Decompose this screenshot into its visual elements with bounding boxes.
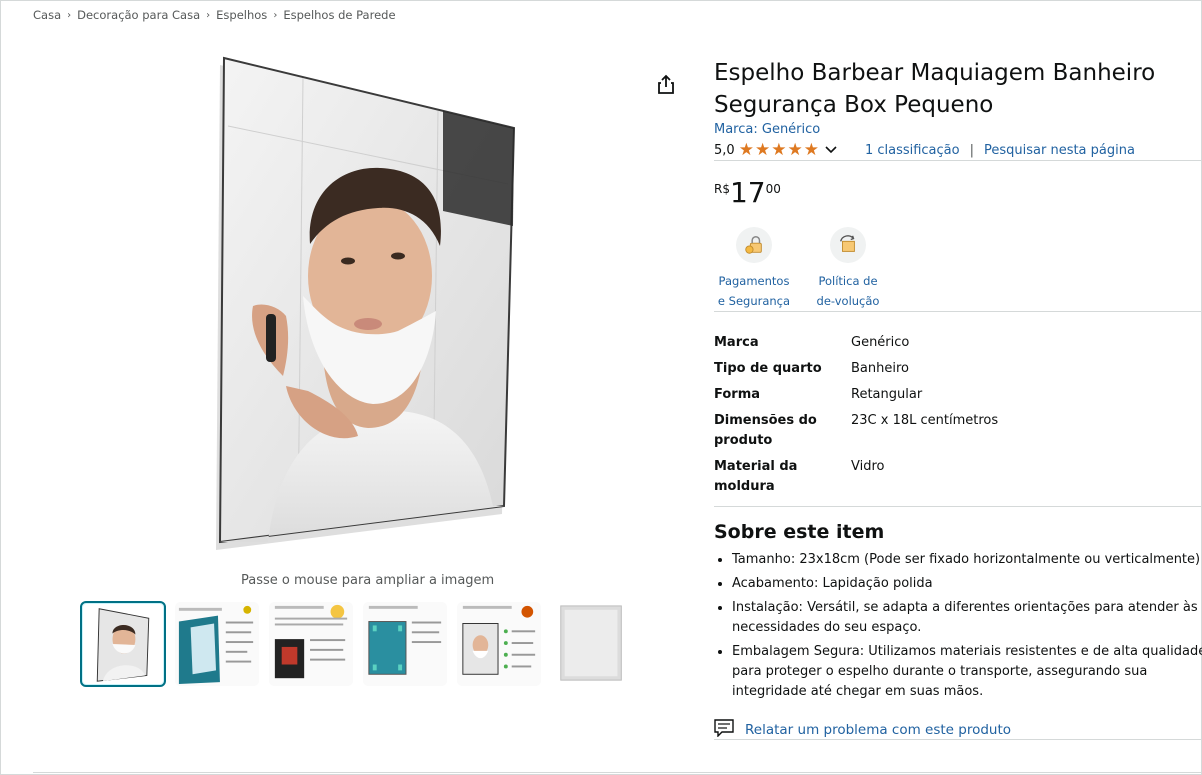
rating-row: 5,0 ★ ★ ★ ★ ★ 1 classificação | Pesquisa…: [714, 140, 1202, 160]
breadcrumb: Casa › Decoração para Casa › Espelhos › …: [33, 8, 396, 22]
feature-return-policy[interactable]: Política de de-volução: [808, 227, 888, 311]
spec-value: Genérico: [851, 335, 910, 350]
divider: [714, 160, 1202, 161]
star-icon: ★: [754, 140, 771, 160]
thumbnail-5[interactable]: [456, 601, 542, 687]
price-currency: R$: [714, 182, 730, 196]
thumbnail-6[interactable]: [550, 601, 636, 687]
breadcrumb-item-espelhos-parede[interactable]: Espelhos de Parede: [283, 8, 395, 22]
price-fraction: 00: [765, 182, 781, 196]
about-bullet: Acabamento: Lapidação polida: [732, 574, 1202, 594]
spec-value: Vidro: [851, 459, 885, 474]
thumbnail-4[interactable]: [362, 601, 448, 687]
spec-row: Dimensões do produto 23C x 18L centímetr…: [714, 411, 998, 457]
thumbnail-strip: [80, 601, 636, 687]
divider: [714, 739, 1202, 740]
star-icon: ★: [803, 140, 819, 160]
search-page-link[interactable]: Pesquisar nesta página: [984, 143, 1135, 158]
rating-value: 5,0: [714, 142, 735, 158]
breadcrumb-item-casa[interactable]: Casa: [33, 8, 61, 22]
spec-key: Material da moldura: [714, 459, 798, 494]
lock-payment-icon: [736, 227, 772, 263]
zoom-hint: Passe o mouse para ampliar a imagem: [241, 573, 495, 588]
thumbnail-2[interactable]: [174, 601, 260, 687]
spec-row: Material da moldura Vidro: [714, 457, 998, 503]
price: R$ 17 00: [714, 177, 781, 209]
about-bullet: Tamanho: 23x18cm (Pode ser fixado horizo…: [732, 550, 1202, 570]
about-heading: Sobre este item: [714, 521, 885, 543]
about-bullet: Instalação: Versátil, se adapta a difere…: [732, 598, 1202, 638]
breadcrumb-chevron-icon: ›: [206, 9, 211, 21]
feature-payments-security[interactable]: Pagamentos e Segurança: [714, 227, 794, 311]
price-whole: 17: [729, 176, 766, 209]
chevron-down-icon[interactable]: [825, 144, 837, 157]
feature-label: Política de de-volução: [816, 274, 880, 308]
spec-table: Marca Genérico Tipo de quarto Banheiro F…: [714, 333, 998, 503]
divider: [33, 772, 1202, 773]
share-icon[interactable]: [655, 73, 677, 95]
feedback-icon: [714, 719, 734, 741]
report-problem[interactable]: Relatar um problema com este produto: [714, 719, 1011, 741]
divider: [714, 311, 1202, 312]
divider: |: [969, 142, 974, 158]
spec-key: Marca: [714, 335, 759, 350]
star-rating[interactable]: ★ ★ ★ ★ ★: [738, 140, 819, 160]
breadcrumb-item-espelhos[interactable]: Espelhos: [216, 8, 267, 22]
thumbnail-3[interactable]: [268, 601, 354, 687]
feature-icons: Pagamentos e Segurança Política de de-vo…: [714, 227, 888, 311]
spec-key: Tipo de quarto: [714, 361, 822, 376]
rating-count-link[interactable]: 1 classificação: [865, 143, 960, 158]
spec-row: Tipo de quarto Banheiro: [714, 359, 998, 385]
spec-key: Forma: [714, 387, 761, 402]
about-list: Tamanho: 23x18cm (Pode ser fixado horizo…: [714, 550, 1202, 706]
breadcrumb-item-decoracao[interactable]: Decoração para Casa: [77, 8, 200, 22]
thumbnail-1[interactable]: [80, 601, 166, 687]
product-title: Espelho Barbear Maquiagem Banheiro Segur…: [714, 60, 1156, 118]
spec-value: 23C x 18L centímetros: [851, 413, 999, 428]
divider: [714, 506, 1202, 507]
star-icon: ★: [787, 140, 803, 160]
main-product-image[interactable]: [208, 56, 520, 556]
star-icon: ★: [738, 140, 754, 160]
feature-label: Pagamentos e Segurança: [717, 274, 791, 308]
brand-link[interactable]: Marca: Genérico: [714, 122, 820, 137]
about-bullet: Embalagem Segura: Utilizamos materiais r…: [732, 642, 1202, 702]
spec-value: Retangular: [851, 387, 923, 402]
spec-key: Dimensões do produto: [714, 413, 817, 448]
report-problem-link[interactable]: Relatar um problema com este produto: [745, 722, 1011, 738]
star-icon: ★: [771, 140, 787, 160]
return-box-icon: [830, 227, 866, 263]
spec-row: Forma Retangular: [714, 385, 998, 411]
breadcrumb-chevron-icon: ›: [273, 9, 278, 21]
spec-value: Banheiro: [851, 361, 909, 376]
spec-row: Marca Genérico: [714, 333, 998, 359]
breadcrumb-chevron-icon: ›: [67, 9, 72, 21]
